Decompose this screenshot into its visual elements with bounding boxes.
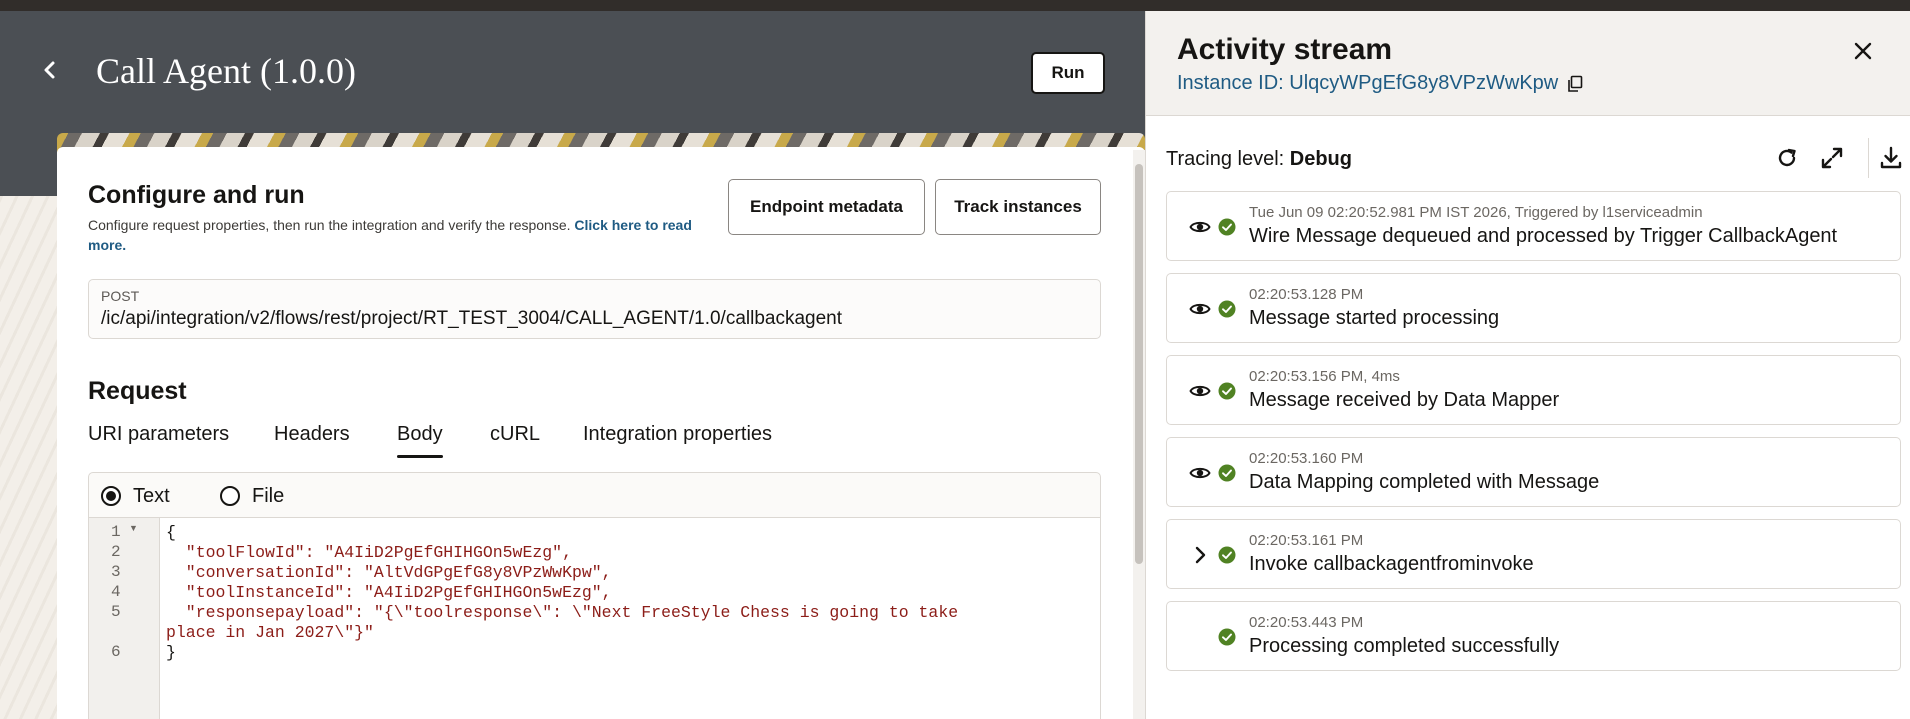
tab-curl[interactable]: cURL — [490, 412, 540, 458]
event-meta: 02:20:53.128 PM — [1249, 286, 1364, 303]
code-line: "toolFlowId": "A4IiD2PgEfGHIHGOn5wEzg", — [166, 543, 572, 562]
tab-integration-properties[interactable]: Integration properties — [583, 412, 772, 458]
file-radio[interactable]: File — [220, 483, 284, 509]
tracing-value: Debug — [1289, 148, 1352, 170]
tab-uri-parameters[interactable]: URI parameters — [88, 412, 229, 458]
eye-icon[interactable] — [1189, 462, 1211, 484]
tracing-level: Tracing level: Debug — [1166, 148, 1352, 171]
endpoint-url: /ic/api/integration/v2/flows/rest/projec… — [101, 308, 843, 329]
chevron-right-icon[interactable] — [1189, 544, 1211, 566]
activity-event[interactable]: 02:20:53.156 PM, 4ms Message received by… — [1166, 355, 1901, 425]
run-button[interactable]: Run — [1031, 52, 1105, 94]
line-gutter: 1 ▼ 2 3 4 5 6 — [89, 518, 160, 719]
success-check-icon — [1218, 628, 1236, 646]
event-meta: Tue Jun 09 02:20:52.981 PM IST 2026, Tri… — [1249, 204, 1703, 221]
activity-header: Activity stream Instance ID: UlqcyWPgEfG… — [1146, 11, 1910, 116]
code-editor[interactable]: 1 ▼ 2 3 4 5 6 { "toolFlowId": "A4IiD2PgE… — [89, 517, 1100, 719]
expand-icon[interactable] — [1818, 144, 1846, 172]
endpoint-metadata-button[interactable]: Endpoint metadata — [728, 179, 925, 235]
refresh-icon[interactable] — [1773, 144, 1801, 172]
tracing-label: Tracing level: — [1166, 148, 1285, 170]
code-content: { "toolFlowId": "A4IiD2PgEfGHIHGOn5wEzg"… — [166, 523, 958, 663]
top-strip — [0, 0, 1910, 11]
copy-icon[interactable] — [1566, 75, 1584, 93]
event-message: Invoke callbackagentfrominvoke — [1249, 553, 1534, 575]
line-number: 1 — [111, 523, 121, 541]
success-check-icon — [1218, 464, 1236, 482]
scrollbar-thumb[interactable] — [1135, 164, 1143, 564]
download-icon[interactable] — [1877, 144, 1905, 172]
code-line: { — [166, 523, 176, 542]
activity-event[interactable]: 02:20:53.160 PM Data Mapping completed w… — [1166, 437, 1901, 507]
event-meta: 02:20:53.161 PM — [1249, 532, 1364, 549]
text-radio[interactable]: Text — [101, 483, 170, 509]
close-icon[interactable] — [1850, 38, 1876, 64]
eye-icon[interactable] — [1189, 216, 1211, 238]
activity-event[interactable]: 02:20:53.443 PM Processing completed suc… — [1166, 601, 1901, 671]
fold-arrow-icon[interactable]: ▼ — [129, 523, 138, 533]
code-line: "conversationId": "AltVdGPgEfG8y8VPzWwKp… — [166, 563, 612, 582]
text-radio-label: Text — [133, 484, 170, 507]
card-scrollbar[interactable] — [1133, 150, 1145, 719]
radio-checked-icon — [101, 486, 121, 506]
activity-event[interactable]: 02:20:53.128 PM Message started processi… — [1166, 273, 1901, 343]
line-number: 5 — [111, 603, 121, 621]
event-message: Message received by Data Mapper — [1249, 389, 1560, 411]
file-radio-label: File — [252, 484, 285, 507]
code-line: "toolInstanceId": "A4IiD2PgEfGHIHGOn5wEz… — [166, 583, 612, 602]
tab-headers[interactable]: Headers — [274, 412, 350, 458]
description-text: Configure request properties, then run t… — [88, 217, 571, 233]
success-check-icon — [1218, 218, 1236, 236]
eye-icon[interactable] — [1189, 298, 1211, 320]
success-check-icon — [1218, 546, 1236, 564]
endpoint-box: POST /ic/api/integration/v2/flows/rest/p… — [88, 279, 1101, 339]
event-message: Wire Message dequeued and processed by T… — [1249, 225, 1838, 247]
activity-event[interactable]: Tue Jun 09 02:20:52.981 PM IST 2026, Tri… — [1166, 191, 1901, 261]
event-meta: 02:20:53.156 PM, 4ms — [1249, 368, 1400, 385]
success-check-icon — [1218, 300, 1236, 318]
line-number: 6 — [111, 643, 121, 661]
http-method: POST — [101, 288, 140, 304]
instance-id-text: Instance ID: UlqcyWPgEfG8y8VPzWwKpw — [1177, 72, 1559, 94]
success-check-icon — [1218, 382, 1236, 400]
event-meta: 02:20:53.160 PM — [1249, 450, 1364, 467]
back-arrow-icon[interactable] — [38, 56, 62, 84]
page-title: Call Agent (1.0.0) — [96, 51, 356, 91]
line-number: 4 — [111, 583, 121, 601]
configure-card: Configure and run Configure request prop… — [57, 147, 1145, 719]
event-meta: 02:20:53.443 PM — [1249, 614, 1364, 631]
event-message: Message started processing — [1249, 307, 1500, 329]
event-message: Data Mapping completed with Message — [1249, 471, 1600, 493]
track-instances-button[interactable]: Track instances — [935, 179, 1101, 235]
line-number: 3 — [111, 563, 121, 581]
toolbar-divider — [1868, 138, 1869, 178]
configure-title: Configure and run — [88, 181, 305, 209]
code-line: } — [166, 643, 176, 662]
eye-icon[interactable] — [1189, 380, 1211, 402]
request-title: Request — [88, 377, 187, 405]
activity-event[interactable]: 02:20:53.161 PM Invoke callbackagentfrom… — [1166, 519, 1901, 589]
line-number: 2 — [111, 543, 121, 561]
instance-id-link[interactable]: Instance ID: UlqcyWPgEfG8y8VPzWwKpw — [1177, 72, 1584, 95]
radio-unchecked-icon — [220, 486, 240, 506]
tab-body[interactable]: Body — [397, 412, 443, 458]
activity-title: Activity stream — [1177, 33, 1393, 66]
event-message: Processing completed successfully — [1249, 635, 1560, 657]
configure-description: Configure request properties, then run t… — [88, 215, 728, 255]
activity-stream-panel: Activity stream Instance ID: UlqcyWPgEfG… — [1145, 11, 1910, 719]
body-panel: Text File 1 ▼ 2 3 4 5 6 { "toolFlowId": … — [88, 472, 1101, 719]
code-line: "responsepayload": "{\"toolresponse\": \… — [166, 603, 959, 642]
